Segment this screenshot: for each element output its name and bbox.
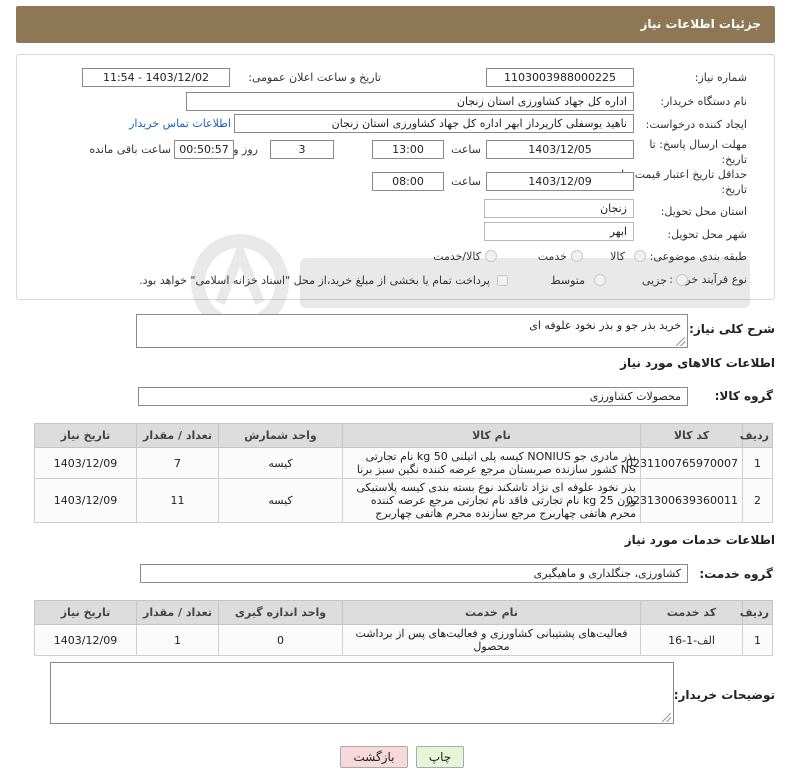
row-index: 1 xyxy=(742,447,773,479)
goods-group-label: گروه کالا: xyxy=(714,389,773,403)
buyer-notes-field xyxy=(50,662,674,724)
col-code: کد کالا xyxy=(640,423,743,448)
item-name: بذر مادری جو NONIUS کیسه پلی اتیلنی 50 k… xyxy=(342,447,641,479)
days-remaining-field: 3 xyxy=(270,140,334,159)
col-code: کد خدمت xyxy=(640,600,743,625)
col-qty: تعداد / مقدار xyxy=(136,423,219,448)
item-code: 0231100765970007 xyxy=(626,447,743,479)
service-date: 1403/12/09 xyxy=(34,624,137,656)
col-date: تاریخ نیاز xyxy=(34,423,137,448)
table-row: 1 الف-1-16 فعالیت‌های پشتیبانی کشاورزی و… xyxy=(34,624,773,656)
category-radio-service[interactable] xyxy=(571,250,583,262)
item-date: 1403/12/09 xyxy=(34,478,137,523)
deadline-time-field: 13:00 xyxy=(372,140,444,159)
deadline-label-date: تاریخ: xyxy=(721,153,747,166)
services-table-header: ردیف کد خدمت نام خدمت واحد اندازه گیری ت… xyxy=(34,600,773,625)
buyer-contact-link[interactable]: اطلاعات تماس خریدار xyxy=(129,117,231,130)
item-date: 1403/12/09 xyxy=(34,447,137,479)
back-button[interactable]: بازگشت xyxy=(340,746,408,768)
item-qty: 7 xyxy=(136,447,219,479)
days-label: روز و xyxy=(233,143,258,156)
buyer-org-field: اداره کل جهاد کشاورزی استان زنجان xyxy=(186,92,634,111)
deadline-label: مهلت ارسال پاسخ: تا xyxy=(649,138,747,151)
col-date: تاریخ نیاز xyxy=(34,600,137,625)
city-field: ابهر xyxy=(484,222,634,241)
table-row: 2 0231300639360011 بذر نخود علوفه ای نژا… xyxy=(34,478,773,523)
deadline-time-label: ساعت xyxy=(451,143,481,156)
category-label: طبقه بندی موضوعی: xyxy=(649,250,747,263)
validity-date-field: 1403/12/09 xyxy=(486,172,634,191)
announce-date-field: 1403/12/02 - 11:54 xyxy=(82,68,230,87)
services-group-label: گروه خدمت: xyxy=(699,567,773,581)
item-unit: کیسه xyxy=(218,447,343,479)
services-group-field: کشاورزی، جنگلداری و ماهیگیری xyxy=(140,564,688,583)
process-radio-medium[interactable] xyxy=(594,274,606,286)
category-radio-goods[interactable] xyxy=(634,250,646,262)
item-code: 0231300639360011 xyxy=(626,478,743,523)
services-section-title: اطلاعات خدمات مورد نیاز xyxy=(624,533,775,547)
print-button[interactable]: چاپ xyxy=(416,746,464,768)
deadline-date-field: 1403/12/05 xyxy=(486,140,634,159)
service-qty: 1 xyxy=(136,624,219,656)
page-title: جزئیات اطلاعات نیاز xyxy=(640,17,761,31)
description-field: خرید بذر جو و بذر نخود علوفه ای xyxy=(136,314,688,348)
process-option-minor: جزیی xyxy=(641,274,667,287)
col-index: ردیف xyxy=(740,423,773,448)
table-row: 1 0231100765970007 بذر مادری جو NONIUS ک… xyxy=(34,447,773,479)
goods-table: ردیف کد کالا نام کالا واحد شمارش تعداد /… xyxy=(34,423,773,523)
category-option-service: خدمت xyxy=(537,250,567,263)
service-name: فعالیت‌های پشتیبانی کشاورزی و فعالیت‌های… xyxy=(342,624,641,656)
goods-group-field: محصولات کشاورزی xyxy=(138,387,688,406)
page-header: جزئیات اطلاعات نیاز xyxy=(16,6,775,43)
province-field: زنجان xyxy=(484,199,634,218)
item-unit: کیسه xyxy=(218,478,343,523)
need-number-label: شماره نیاز: xyxy=(694,71,747,84)
category-radio-goods-service[interactable] xyxy=(485,250,497,262)
treasury-payment-note: پرداخت تمام یا بخشی از مبلغ خرید،از محل … xyxy=(139,274,490,287)
col-name: نام کالا xyxy=(342,423,641,448)
col-name: نام خدمت xyxy=(342,600,641,625)
validity-label-date: تاریخ: xyxy=(721,183,747,196)
service-code: الف-1-16 xyxy=(640,624,743,656)
category-option-goods: کالا xyxy=(610,250,625,263)
treasury-payment-checkbox[interactable] xyxy=(497,275,508,286)
services-table: ردیف کد خدمت نام خدمت واحد اندازه گیری ت… xyxy=(34,600,773,656)
announce-date-label: تاریخ و ساعت اعلان عمومی: xyxy=(248,71,381,84)
item-name: بذر نخود علوفه ای نژاد تاشکند نوع بسته ب… xyxy=(342,478,641,523)
buyer-notes-label: توضیحات خریدار: xyxy=(673,688,775,702)
validity-time-field: 08:00 xyxy=(372,172,444,191)
buyer-org-label: نام دستگاه خریدار: xyxy=(660,95,747,108)
time-remaining-label: ساعت باقی مانده xyxy=(89,143,171,156)
time-remaining-field: 00:50:57 xyxy=(174,140,234,159)
process-radio-minor[interactable] xyxy=(676,274,688,286)
creator-field: ناهید یوسفلی کارپرداز ابهر اداره کل جهاد… xyxy=(234,114,634,133)
service-unit: 0 xyxy=(218,624,343,656)
process-option-medium: متوسط xyxy=(550,274,585,287)
goods-section-title: اطلاعات کالاهای مورد نیاز xyxy=(620,356,775,370)
city-label: شهر محل تحویل: xyxy=(667,228,747,241)
item-qty: 11 xyxy=(136,478,219,523)
validity-time-label: ساعت xyxy=(451,175,481,188)
category-option-goods-service: کالا/خدمت xyxy=(433,250,481,263)
description-label: شرح کلی نیاز: xyxy=(689,322,775,336)
row-index: 1 xyxy=(742,624,773,656)
validity-label: حداقل تاریخ اعتبار قیمت: تا xyxy=(621,168,747,181)
description-text: خرید بذر جو و بذر نخود علوفه ای xyxy=(529,319,681,332)
row-index: 2 xyxy=(742,478,773,523)
col-unit: واحد اندازه گیری xyxy=(218,600,343,625)
resize-handle-icon xyxy=(676,337,685,346)
creator-label: ایجاد کننده درخواست: xyxy=(645,118,747,131)
col-qty: تعداد / مقدار xyxy=(136,600,219,625)
need-number-field: 1103003988000225 xyxy=(486,68,634,87)
resize-handle-icon xyxy=(662,713,671,722)
province-label: استان محل تحویل: xyxy=(660,205,747,218)
col-index: ردیف xyxy=(740,600,773,625)
col-unit: واحد شمارش xyxy=(218,423,343,448)
goods-table-header: ردیف کد کالا نام کالا واحد شمارش تعداد /… xyxy=(34,423,773,448)
